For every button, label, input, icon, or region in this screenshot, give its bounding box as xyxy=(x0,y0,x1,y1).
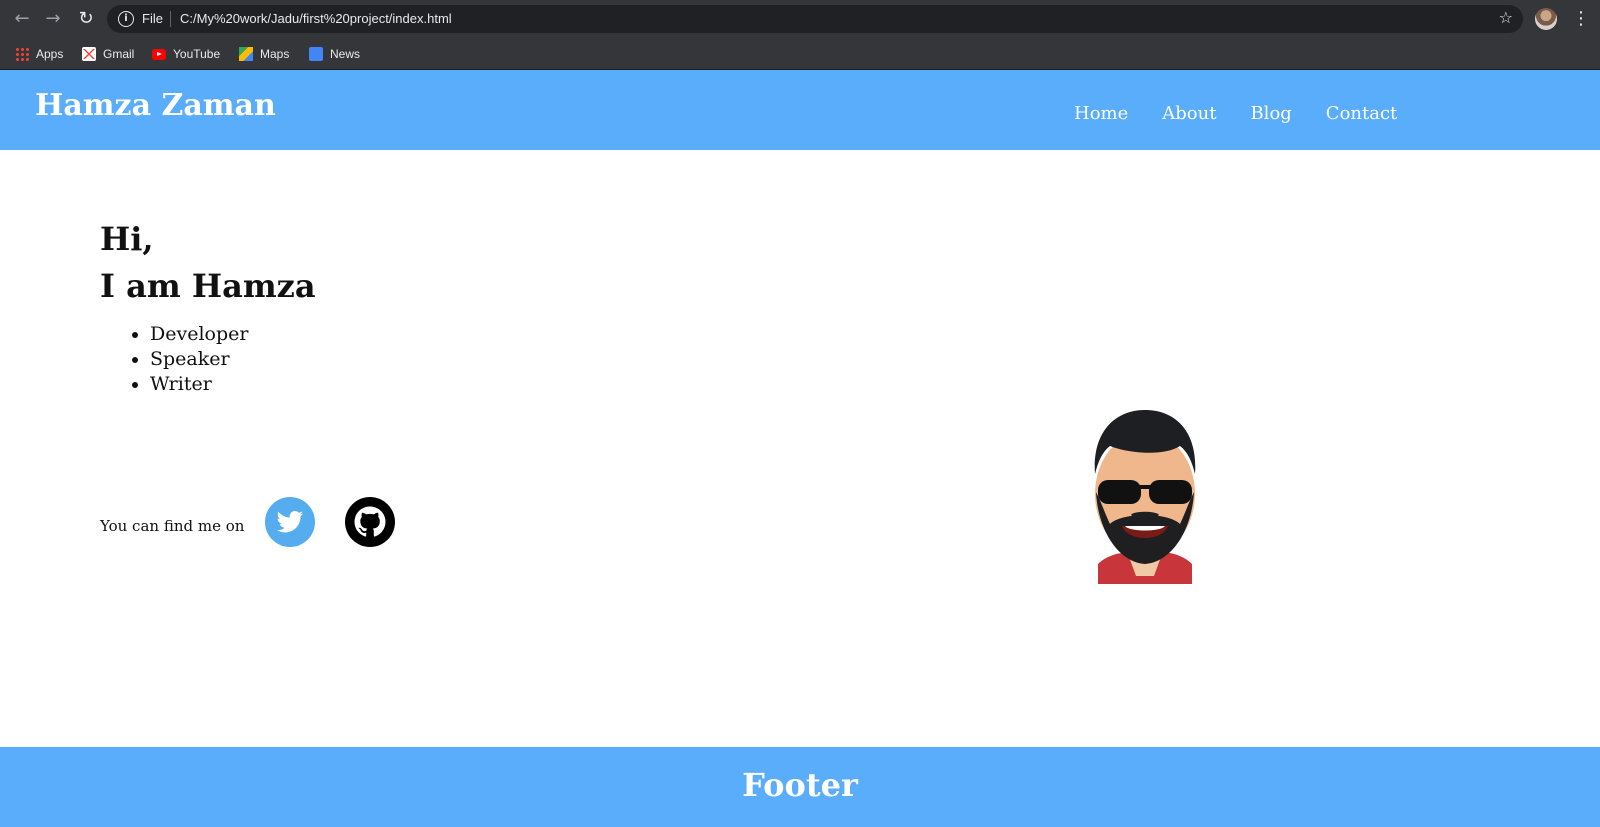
bookmark-label: Gmail xyxy=(103,47,135,61)
address-separator xyxy=(170,11,171,27)
roles-list: Developer Speaker Writer xyxy=(150,322,248,397)
bookmark-label: Apps xyxy=(36,47,64,61)
bookmark-youtube[interactable]: YouTube xyxy=(152,43,220,65)
bookmark-label: Maps xyxy=(260,47,290,61)
back-icon[interactable]: ← xyxy=(10,7,34,31)
site-info-label[interactable]: File xyxy=(142,11,163,26)
find-me-text: You can find me on xyxy=(100,517,245,535)
list-item: Developer xyxy=(150,322,248,347)
browser-chrome: ← → ↻ i File C:/My%20work/Jadu/first%20p… xyxy=(0,0,1600,70)
bookmark-news[interactable]: News xyxy=(309,43,360,65)
bookmarks-bar: Apps Gmail YouTube Maps News xyxy=(0,39,1600,69)
url-text[interactable]: C:/My%20work/Jadu/first%20project/index.… xyxy=(180,11,452,26)
nav-about-link[interactable]: About xyxy=(1162,103,1216,124)
star-icon[interactable]: ☆ xyxy=(1499,8,1513,27)
youtube-icon xyxy=(152,48,166,60)
address-bar[interactable]: i File C:/My%20work/Jadu/first%20project… xyxy=(107,5,1523,33)
twitter-link[interactable] xyxy=(265,497,315,547)
footer-title: Footer xyxy=(742,766,858,804)
bookmark-label: YouTube xyxy=(173,47,221,61)
bookmark-label: News xyxy=(330,47,361,61)
info-icon[interactable]: i xyxy=(118,11,134,27)
brand-title: Hamza Zaman xyxy=(35,88,276,123)
greeting-line: Hi, xyxy=(100,220,154,258)
nav-contact-link[interactable]: Contact xyxy=(1326,103,1397,124)
bookmark-apps[interactable]: Apps xyxy=(15,43,63,65)
github-link[interactable] xyxy=(345,497,395,547)
forward-icon[interactable]: → xyxy=(41,7,65,31)
apps-grid-icon xyxy=(15,47,29,61)
news-icon xyxy=(309,47,323,61)
address-row: ← → ↻ i File C:/My%20work/Jadu/first%20p… xyxy=(0,0,1600,38)
twitter-icon xyxy=(276,510,303,533)
nav-home-link[interactable]: Home xyxy=(1074,103,1128,124)
list-item: Speaker xyxy=(150,347,248,372)
hero-heading: Hi, I am Hamza xyxy=(100,216,316,310)
main-nav: Home About Blog Contact xyxy=(1074,103,1431,124)
maps-icon xyxy=(239,47,253,61)
github-icon xyxy=(354,506,386,537)
site-header: Hamza Zaman Home About Blog Contact xyxy=(0,70,1600,150)
site-footer: Footer xyxy=(0,747,1600,827)
menu-icon[interactable]: ⋮ xyxy=(1572,7,1590,31)
cartoon-avatar-image xyxy=(1094,410,1196,584)
intro-line: I am Hamza xyxy=(100,267,316,305)
bookmark-maps[interactable]: Maps xyxy=(239,43,289,65)
gmail-icon xyxy=(82,47,96,61)
bookmark-gmail[interactable]: Gmail xyxy=(82,43,134,65)
reload-icon[interactable]: ↻ xyxy=(74,7,98,31)
profile-avatar[interactable] xyxy=(1535,8,1557,30)
nav-blog-link[interactable]: Blog xyxy=(1250,103,1291,124)
list-item: Writer xyxy=(150,372,248,397)
